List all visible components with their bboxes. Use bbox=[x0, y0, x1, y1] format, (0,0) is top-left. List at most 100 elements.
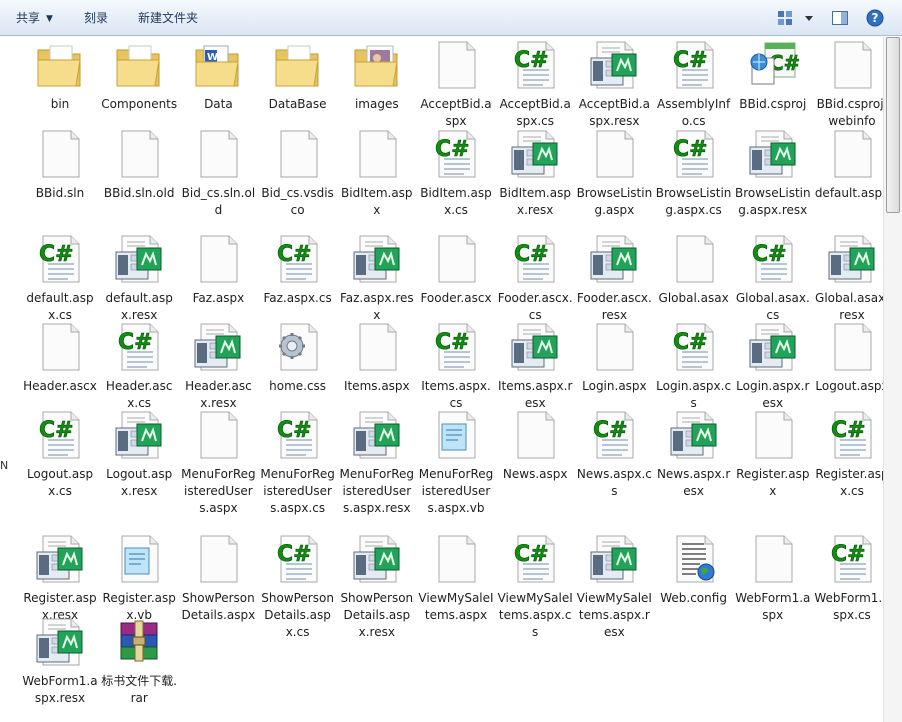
burn-button[interactable]: 刻录 bbox=[84, 0, 108, 36]
file-item-login-aspx[interactable]: Login.aspx bbox=[575, 322, 653, 395]
file-item-logout-aspx-cs[interactable]: C# Logout.aspx.cs bbox=[21, 410, 99, 500]
file-item-header-ascx-cs[interactable]: C# Header.ascx.cs bbox=[100, 322, 178, 412]
scrollbar-thumb[interactable] bbox=[886, 37, 900, 213]
file-item-viewmysaleitems-aspx-resx[interactable]: ViewMySaleItems.aspx.resx bbox=[575, 534, 653, 641]
file-item-global-asax-cs[interactable]: C# Global.asax.cs bbox=[734, 234, 812, 324]
file-item-assemblyinfo-cs[interactable]: C# AssemblyInfo.cs bbox=[655, 40, 733, 130]
burn-label: 刻录 bbox=[84, 11, 109, 25]
file-item-register-aspx-vb[interactable]: Register.aspx.vb bbox=[100, 534, 178, 624]
file-item-fooder-ascx-cs[interactable]: C# Fooder.ascx.cs bbox=[496, 234, 574, 324]
file-item-default-aspx-resx[interactable]: default.aspx.resx bbox=[100, 234, 178, 324]
file-item-global-asax-resx[interactable]: Global.asax.resx bbox=[813, 234, 891, 324]
file-item-biditem-aspx-cs[interactable]: C# BidItem.aspx.cs bbox=[417, 129, 495, 219]
file-item-biditem-aspx-resx[interactable]: BidItem.aspx.resx bbox=[496, 129, 574, 219]
file-item-menuforregisteredusers-aspx[interactable]: MenuForRegisteredUsers.aspx bbox=[179, 410, 257, 517]
resx-file-icon bbox=[668, 410, 720, 462]
file-item-header-ascx-resx[interactable]: Header.ascx.resx bbox=[179, 322, 257, 412]
file-item-home-css[interactable]: home.css bbox=[259, 322, 337, 395]
svg-text:C#: C# bbox=[277, 542, 312, 567]
file-item-faz-aspx-cs[interactable]: C# Faz.aspx.cs bbox=[259, 234, 337, 307]
file-item-acceptbid-aspx-resx[interactable]: AcceptBid.aspx.resx bbox=[575, 40, 653, 130]
file-item-fooder-ascx-resx[interactable]: Fooder.ascx.resx bbox=[575, 234, 653, 324]
file-item-default-aspx-cs[interactable]: C# default.aspx.cs bbox=[21, 234, 99, 324]
file-item-register-aspx-resx[interactable]: Register.aspx.resx bbox=[21, 534, 99, 624]
file-item-data[interactable]: W Data bbox=[179, 40, 257, 113]
file-item-web-config[interactable]: Web.config bbox=[655, 534, 733, 607]
file-item-viewmysaleitems-aspx-cs[interactable]: C# ViewMySaleItems.aspx.cs bbox=[496, 534, 574, 641]
file-name-label: default.aspx.cs bbox=[26, 291, 94, 322]
file-item-biditem-aspx[interactable]: BidItem.aspx bbox=[338, 129, 416, 219]
vertical-scrollbar[interactable] bbox=[883, 37, 902, 722]
file-item-fooder-ascx[interactable]: Fooder.ascx bbox=[417, 234, 495, 307]
vb-file-icon bbox=[430, 410, 482, 462]
file-name-label: Items.aspx.resx bbox=[497, 379, 573, 410]
file-item-bid-cs-vsdisco[interactable]: Bid_cs.vsdisco bbox=[259, 129, 337, 219]
new-folder-button[interactable]: 新建文件夹 bbox=[138, 0, 198, 36]
file-name-label: Login.aspx bbox=[582, 379, 647, 393]
file-item-header-ascx[interactable]: Header.ascx bbox=[21, 322, 99, 395]
file-item-bbid-csproj[interactable]: C# BBid.csproj bbox=[734, 40, 812, 113]
file-item-webform1-aspx-resx[interactable]: WebForm1.aspx.resx bbox=[21, 617, 99, 707]
chevron-down-icon[interactable] bbox=[800, 9, 818, 27]
file-item-browselisting-aspx[interactable]: BrowseListing.aspx bbox=[575, 129, 653, 219]
file-item-faz-aspx[interactable]: Faz.aspx bbox=[179, 234, 257, 307]
file-item-browselisting-aspx-cs[interactable]: C# BrowseListing.aspx.cs bbox=[655, 129, 733, 219]
file-item-images[interactable]: images bbox=[338, 40, 416, 113]
file-item-webform1-aspx-cs[interactable]: C# WebForm1.aspx.cs bbox=[813, 534, 891, 624]
file-item-browselisting-aspx-resx[interactable]: BrowseListing.aspx.resx bbox=[734, 129, 812, 219]
file-item-menuforregisteredusers-aspx-resx[interactable]: MenuForRegisteredUsers.aspx.resx bbox=[338, 410, 416, 517]
file-item-menuforregisteredusers-aspx-cs[interactable]: C# MenuForRegisteredUsers.aspx.cs bbox=[259, 410, 337, 517]
file-item-items-aspx-resx[interactable]: Items.aspx.resx bbox=[496, 322, 574, 412]
file-item-bid-cs-sln-old[interactable]: Bid_cs.sln.old bbox=[179, 129, 257, 219]
cs-file-icon: C# bbox=[668, 129, 720, 181]
view-options-icon[interactable] bbox=[776, 9, 794, 27]
file-item-login-aspx-cs[interactable]: C# Login.aspx.cs bbox=[655, 322, 733, 412]
cs-file-icon: C# bbox=[509, 534, 561, 586]
file-item-bin[interactable]: bin bbox=[21, 40, 99, 113]
file-item-logout-aspx[interactable]: Logout.aspx bbox=[813, 322, 891, 395]
file-item-faz-aspx-resx[interactable]: Faz.aspx.resx bbox=[338, 234, 416, 324]
file-item-rar[interactable]: 标书文件下载.rar bbox=[100, 617, 178, 707]
file-name-label: ShowPersonDetails.aspx.resx bbox=[340, 591, 414, 639]
file-item-global-asax[interactable]: Global.asax bbox=[655, 234, 733, 307]
file-item-register-aspx-cs[interactable]: C# Register.aspx.cs bbox=[813, 410, 891, 500]
blank-file-icon bbox=[113, 129, 165, 181]
file-item-acceptbid-aspx[interactable]: AcceptBid.aspx bbox=[417, 40, 495, 130]
file-item-login-aspx-resx[interactable]: Login.aspx.resx bbox=[734, 322, 812, 412]
file-item-news-aspx-cs[interactable]: C# News.aspx.cs bbox=[575, 410, 653, 500]
file-item-bbid-sln-old[interactable]: BBid.sln.old bbox=[100, 129, 178, 202]
file-item-bbid-csproj-webinfo[interactable]: BBid.csproj.webinfo bbox=[813, 40, 891, 130]
file-item-default-aspx[interactable]: default.aspx bbox=[813, 129, 891, 202]
share-menu-button[interactable]: 共享 ▼ bbox=[16, 0, 53, 36]
cs-file-icon: C# bbox=[34, 410, 86, 462]
file-name-label: Faz.aspx.resx bbox=[339, 291, 414, 322]
blank-file-icon bbox=[192, 234, 244, 286]
file-item-bbid-sln[interactable]: BBid.sln bbox=[21, 129, 99, 202]
file-item-register-aspx[interactable]: Register.aspx bbox=[734, 410, 812, 500]
help-icon[interactable]: ? bbox=[866, 9, 884, 27]
file-item-menuforregisteredusers-aspx-vb[interactable]: MenuForRegisteredUsers.aspx.vb bbox=[417, 410, 495, 517]
file-item-items-aspx[interactable]: Items.aspx bbox=[338, 322, 416, 395]
file-item-showpersondetails-aspx-resx[interactable]: ShowPersonDetails.aspx.resx bbox=[338, 534, 416, 641]
file-name-label: WebForm1.aspx.resx bbox=[22, 674, 98, 705]
cs-file-icon: C# bbox=[588, 410, 640, 462]
file-item-viewmysaleitems-aspx[interactable]: ViewMySaleItems.aspx bbox=[417, 534, 495, 624]
file-item-news-aspx[interactable]: News.aspx bbox=[496, 410, 574, 483]
preview-pane-icon[interactable] bbox=[831, 9, 849, 27]
file-item-showpersondetails-aspx[interactable]: ShowPersonDetails.aspx bbox=[179, 534, 257, 624]
cs-file-icon: C# bbox=[430, 129, 482, 181]
file-item-webform1-aspx[interactable]: WebForm1.aspx bbox=[734, 534, 812, 624]
file-item-logout-aspx-resx[interactable]: Logout.aspx.resx bbox=[100, 410, 178, 500]
css-file-icon bbox=[272, 322, 324, 374]
resx-file-icon bbox=[34, 617, 86, 669]
file-name-label: News.aspx.resx bbox=[656, 467, 731, 498]
svg-text:?: ? bbox=[872, 11, 879, 25]
file-item-components[interactable]: Components bbox=[100, 40, 178, 113]
file-item-showpersondetails-aspx-cs[interactable]: C# ShowPersonDetails.aspx.cs bbox=[259, 534, 337, 641]
file-name-label: Components bbox=[101, 97, 178, 111]
file-item-items-aspx-cs[interactable]: C# Items.aspx.cs bbox=[417, 322, 495, 412]
file-item-database[interactable]: DataBase bbox=[259, 40, 337, 113]
file-name-label: BrowseListing.aspx.cs bbox=[655, 186, 732, 217]
file-item-acceptbid-aspx-cs[interactable]: C# AcceptBid.aspx.cs bbox=[496, 40, 574, 130]
file-item-news-aspx-resx[interactable]: News.aspx.resx bbox=[655, 410, 733, 500]
